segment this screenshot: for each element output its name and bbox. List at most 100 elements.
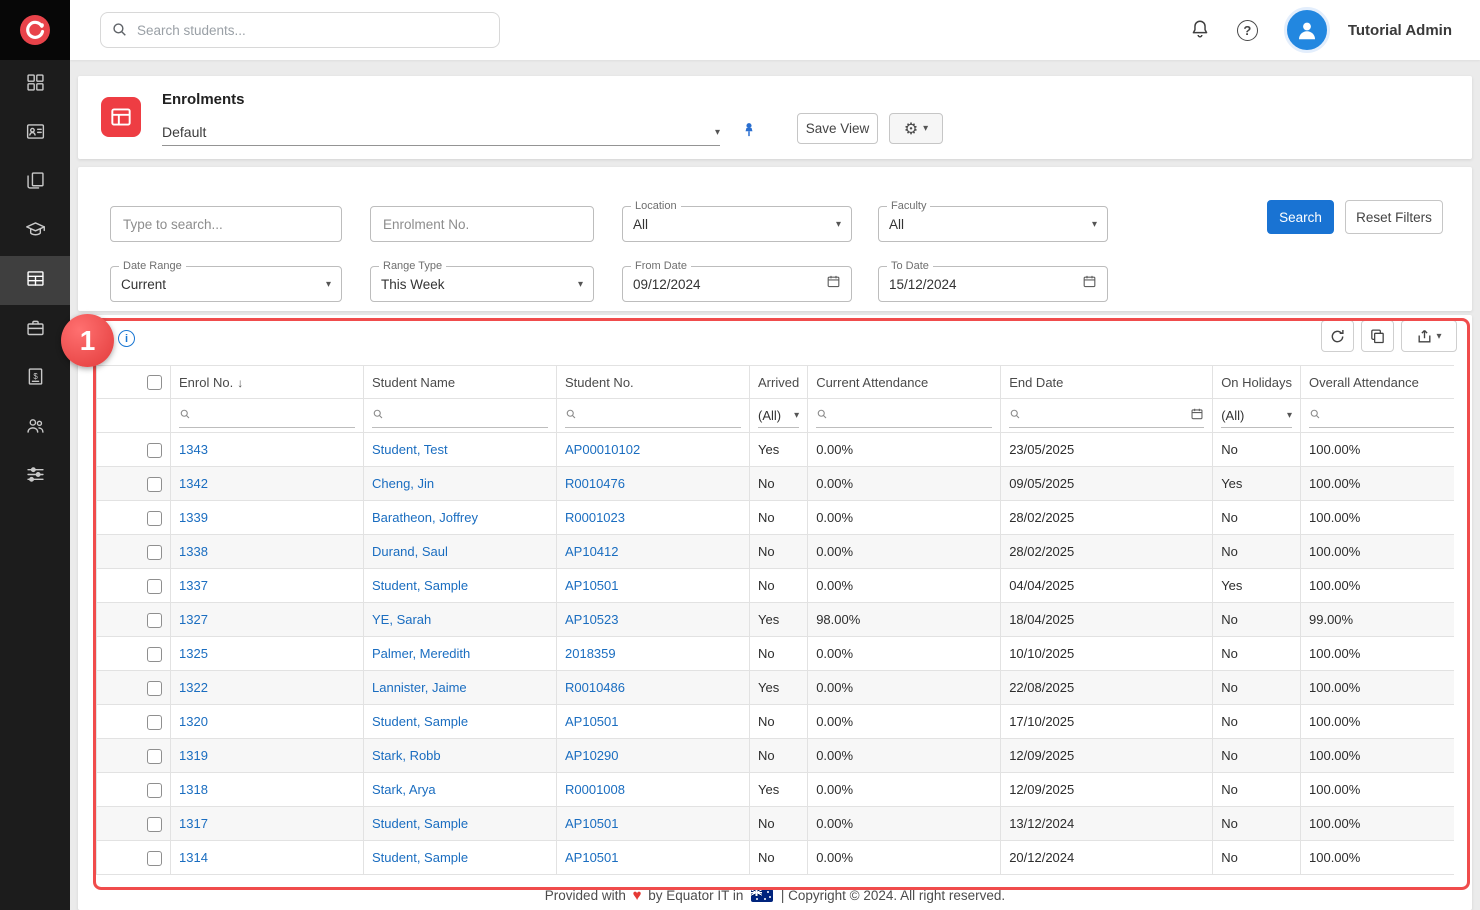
row-checkbox[interactable] [147,817,162,832]
column-header-current_attendance[interactable]: Current Attendance [808,366,1001,399]
reset-filters-button[interactable]: Reset Filters [1345,200,1443,234]
row-checkbox[interactable] [147,681,162,696]
filter-input-end_date[interactable] [1026,407,1185,423]
student_no-link[interactable]: AP10523 [565,612,619,627]
row-checkbox[interactable] [147,851,162,866]
to-date-field[interactable]: To Date 15/12/2024 [878,266,1108,302]
enrolment-no-input[interactable] [381,216,583,233]
row-checkbox[interactable] [147,749,162,764]
filter-input-enrol_no[interactable] [196,407,355,423]
student_name-link[interactable]: Durand, Saul [372,544,448,559]
sidebar-item-settings[interactable] [0,452,70,501]
enrol_no-link[interactable]: 1343 [179,442,208,457]
enrol_no-link[interactable]: 1319 [179,748,208,763]
view-settings-button[interactable]: ⚙ ▾ [889,113,943,144]
enrolment-no-field[interactable] [370,206,594,242]
filter-search-input[interactable] [121,216,331,233]
sidebar-item-courses[interactable] [0,207,70,256]
search-students-input[interactable] [100,12,500,48]
enrol_no-link[interactable]: 1337 [179,578,208,593]
faculty-select[interactable]: Faculty All ▾ [878,206,1108,242]
sidebar-item-agents[interactable] [0,403,70,452]
student_no-link[interactable]: AP10290 [565,748,619,763]
enrol_no-link[interactable]: 1320 [179,714,208,729]
pin-view-button[interactable] [738,118,760,143]
filter-overall_attendance[interactable] [1301,399,1455,433]
enrol_no-link[interactable]: 1322 [179,680,208,695]
student_name-link[interactable]: Student, Test [372,442,448,457]
row-checkbox[interactable] [147,613,162,628]
column-header-student_name[interactable]: Student Name [364,366,557,399]
filter-current_attendance[interactable] [808,399,1001,433]
filter-on_holidays[interactable]: (All)▾ [1213,399,1301,433]
filter-input-current_attendance[interactable] [833,407,992,423]
sidebar-item-contacts[interactable] [0,109,70,158]
enrol_no-link[interactable]: 1325 [179,646,208,661]
student_name-link[interactable]: Student, Sample [372,578,468,593]
view-select[interactable]: Default ▾ [162,119,720,146]
row-checkbox[interactable] [147,647,162,662]
column-header-enrol_no[interactable]: Enrol No.↓ [171,366,364,399]
range-type-select[interactable]: Range Type This Week ▾ [370,266,594,302]
help-button[interactable]: ? [1237,20,1258,41]
filter-input-overall_attendance[interactable] [1326,407,1454,423]
sidebar-item-dashboard[interactable] [0,60,70,109]
refresh-button[interactable] [1321,320,1354,352]
filter-input-student_name[interactable] [389,407,548,423]
student_no-link[interactable]: AP10412 [565,544,619,559]
select-all-checkbox[interactable] [147,375,162,390]
row-checkbox[interactable] [147,783,162,798]
filter-arrived[interactable]: (All)▾ [750,399,808,433]
export-button[interactable]: ▾ [1401,320,1457,352]
student_no-link[interactable]: AP10501 [565,816,619,831]
student_no-link[interactable]: R0001023 [565,510,625,525]
row-checkbox[interactable] [147,579,162,594]
filter-input-student_no[interactable] [582,407,741,423]
student_name-link[interactable]: Cheng, Jin [372,476,434,491]
student_name-link[interactable]: Lannister, Jaime [372,680,467,695]
enrol_no-link[interactable]: 1314 [179,850,208,865]
enrol_no-link[interactable]: 1338 [179,544,208,559]
student_no-link[interactable]: AP00010102 [565,442,640,457]
enrol_no-link[interactable]: 1327 [179,612,208,627]
info-icon[interactable]: i [118,330,135,347]
student_name-link[interactable]: Student, Sample [372,850,468,865]
student_name-link[interactable]: YE, Sarah [372,612,431,627]
sidebar-item-documents[interactable] [0,158,70,207]
row-checkbox[interactable] [147,545,162,560]
student_no-link[interactable]: R0001008 [565,782,625,797]
app-logo[interactable] [0,0,70,60]
column-header-on_holidays[interactable]: On Holidays [1213,366,1301,399]
student_name-link[interactable]: Palmer, Meredith [372,646,470,661]
column-header-arrived[interactable]: Arrived [750,366,808,399]
user-name[interactable]: Tutorial Admin [1348,22,1452,39]
sidebar-item-billing[interactable]: $ [0,354,70,403]
enrol_no-link[interactable]: 1342 [179,476,208,491]
student_no-link[interactable]: AP10501 [565,578,619,593]
filter-student_no[interactable] [557,399,750,433]
sidebar-item-jobs[interactable] [0,305,70,354]
filter-student_name[interactable] [364,399,557,433]
enrol_no-link[interactable]: 1317 [179,816,208,831]
notifications-button[interactable] [1189,18,1211,43]
student_no-link[interactable]: AP10501 [565,714,619,729]
enrol_no-link[interactable]: 1318 [179,782,208,797]
row-checkbox[interactable] [147,477,162,492]
from-date-field[interactable]: From Date 09/12/2024 [622,266,852,302]
copy-grid-button[interactable] [1361,320,1394,352]
student_no-link[interactable]: 2018359 [565,646,616,661]
student_no-link[interactable]: R0010486 [565,680,625,695]
column-header-student_no[interactable]: Student No. [557,366,750,399]
student_name-link[interactable]: Stark, Robb [372,748,441,763]
student_no-link[interactable]: AP10501 [565,850,619,865]
filter-end_date[interactable] [1001,399,1213,433]
column-header-overall_attendance[interactable]: Overall Attendance [1301,366,1455,399]
row-checkbox[interactable] [147,443,162,458]
filter-enrol_no[interactable] [171,399,364,433]
enrol_no-link[interactable]: 1339 [179,510,208,525]
student_name-link[interactable]: Student, Sample [372,714,468,729]
student_name-link[interactable]: Stark, Arya [372,782,436,797]
row-checkbox[interactable] [147,715,162,730]
search-button[interactable]: Search [1267,200,1334,234]
student_name-link[interactable]: Student, Sample [372,816,468,831]
